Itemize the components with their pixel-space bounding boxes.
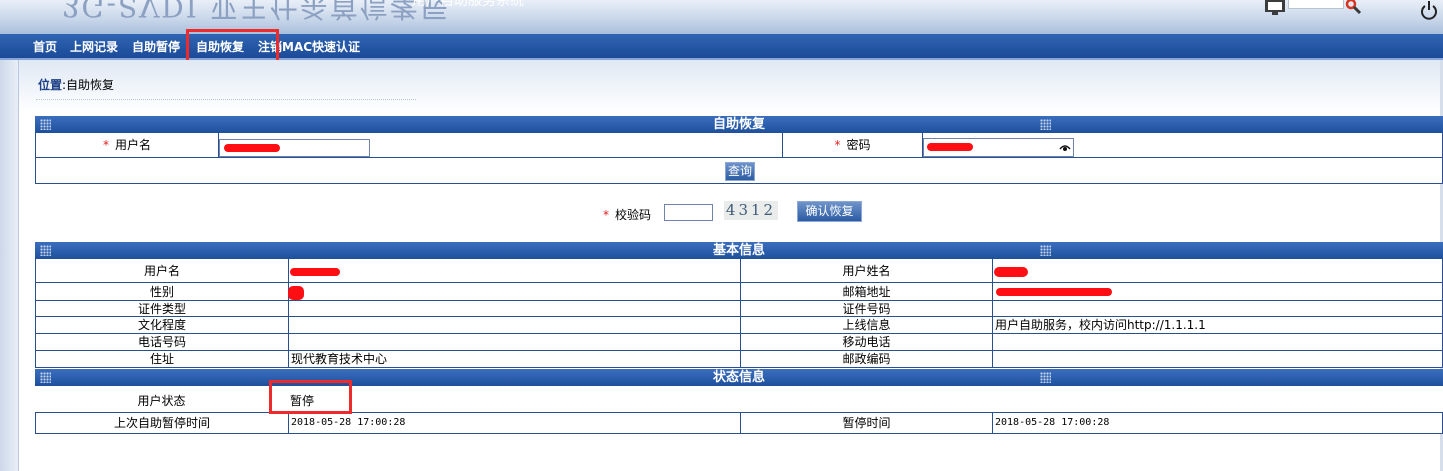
status-info-section-header: 状态信息 [35,369,1443,386]
field-value: 用户自助服务，校内访问http://1.1.1.1 [995,318,1206,332]
table-row: 电话号码 移动电话 [35,334,1443,351]
breadcrumb-value: :自助恢复 [62,78,115,92]
breadcrumb-divider [36,99,416,100]
required-mark: * [603,208,609,222]
field-label: 文化程度 [36,317,289,333]
content-header-bg [19,60,1443,112]
redaction-mark [927,143,973,151]
field-value [289,259,741,282]
password-label: 密码 [846,138,871,152]
field-label: 用户名 [36,259,289,282]
toolbar-popup [1288,0,1344,9]
pause-time-label: 暂停时间 [741,413,993,433]
table-row: 住址 现代教育技术中心 邮政编码 [35,351,1443,368]
field-value [993,351,1443,367]
table-row: 文化程度 上线信息 用户自助服务，校内访问http://1.1.1.1 [35,317,1443,334]
field-label: 住址 [36,351,289,367]
field-label: 移动电话 [741,334,993,350]
query-button[interactable]: 查询 [725,162,755,181]
username-label: 用户名 [114,138,151,152]
captcha-label: 校验码 [615,208,652,222]
field-label: 邮箱地址 [741,283,993,300]
table-row: 用户名 用户姓名 [35,259,1443,283]
search-icon[interactable] [1345,0,1365,16]
field-label: 用户姓名 [741,259,993,282]
logo-text: ȜG-ƧVDI 亚王什杀首信孝辰 [62,0,450,23]
system-title: 用户自助服务系统 [412,0,524,9]
table-row: 证件类型 证件号码 [35,301,1443,317]
power-icon[interactable] [1418,0,1440,22]
last-pause-value: 2018-05-28 17:00:28 [289,413,741,433]
field-value: 现代教育技术中心 [289,351,741,367]
nav-self-pause[interactable]: 自助暂停 [132,38,180,55]
field-label: 电话号码 [36,334,289,350]
nav-internet-records[interactable]: 上网记录 [70,38,118,55]
confirm-restore-button[interactable]: 确认恢复 [797,201,862,222]
captcha-input[interactable] [664,204,713,221]
nav-home[interactable]: 首页 [33,38,57,55]
pause-time-value: 2018-05-28 17:00:28 [995,417,1110,428]
table-row: 性别 邮箱地址 [35,283,1443,301]
field-value [993,301,1443,316]
grip-icon [40,119,51,130]
status-info-section-title: 状态信息 [712,370,765,385]
monitor-icon[interactable] [1263,0,1287,16]
user-status-row: 用户状态 暂停 [35,386,1443,412]
redaction-mark [996,288,1112,296]
username-label-cell: * 用户名 [36,133,219,157]
pause-time-row: 上次自助暂停时间 2018-05-28 17:00:28 暂停时间 2018-0… [35,412,1443,434]
field-label: 证件类型 [36,301,289,316]
breadcrumb: 位置:自助恢复 [38,76,114,93]
field-label: 上线信息 [741,317,993,333]
field-value [993,334,1443,350]
redaction-mark [288,286,304,300]
field-value [289,283,741,300]
basic-info-section-header: 基本信息 [35,242,1443,259]
redaction-mark [994,267,1028,277]
field-value [289,334,741,350]
restore-section-header: 自助恢复 [35,116,1443,133]
restore-section-title: 自助恢复 [712,117,765,132]
redaction-mark [224,144,280,152]
required-mark: * [834,138,841,152]
field-value [289,301,741,316]
grip-icon [40,245,51,256]
last-pause-label: 上次自助暂停时间 [36,413,289,433]
breadcrumb-label: 位置 [38,78,63,92]
redaction-mark [290,268,340,276]
required-mark: * [102,138,109,152]
annotation-highlight-status [269,380,352,414]
grip-icon [40,372,51,383]
grip-icon [1040,119,1051,130]
captcha-image[interactable]: 4312 [724,201,778,220]
basic-info-section-title: 基本信息 [712,243,765,258]
password-label-cell: * 密码 [783,133,923,157]
grip-icon [1040,372,1051,383]
eye-icon[interactable] [1059,144,1071,152]
captcha-label-group: * 校验码 [603,206,651,223]
field-label: 证件号码 [741,301,993,316]
field-value [289,317,741,333]
field-label: 性别 [36,283,289,300]
field-value [993,259,1443,282]
grip-icon [1040,245,1051,256]
field-label: 邮政编码 [741,351,993,367]
left-frame-bar [0,60,19,471]
